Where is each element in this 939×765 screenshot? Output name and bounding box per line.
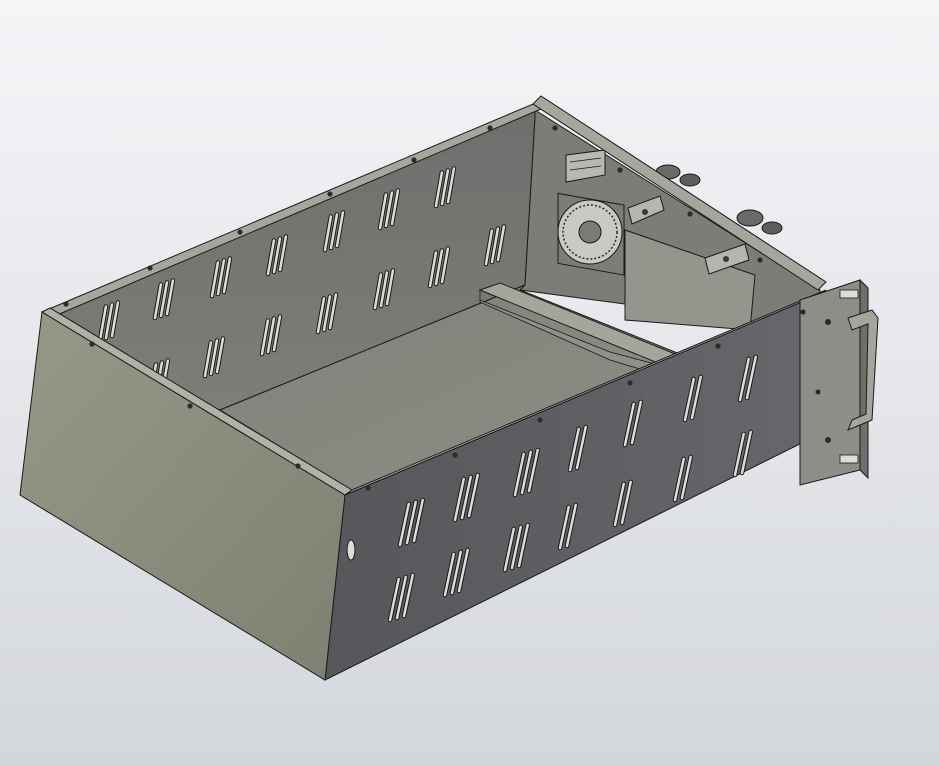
screw [187,403,193,409]
screw [327,191,333,197]
screw [627,380,633,386]
screw [487,125,493,131]
screw [411,157,417,163]
screw [89,341,95,347]
screw [295,463,301,469]
screw [687,211,693,217]
screw [237,229,243,235]
screw [800,309,806,315]
enclosure-model[interactable] [0,0,939,765]
screw [537,417,543,423]
screw [147,265,153,271]
screw [452,452,458,458]
screw [617,167,623,173]
screw [715,343,721,349]
screw [365,485,371,491]
cad-viewport[interactable] [0,0,939,765]
screw [63,301,69,307]
screw [552,125,558,131]
rear-flange [799,279,861,486]
side-cutout [346,539,356,561]
screw [757,257,763,263]
